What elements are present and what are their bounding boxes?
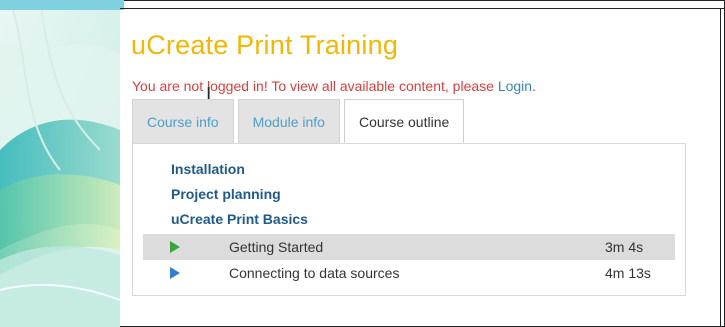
tab-course-outline[interactable]: Course outline — [343, 99, 465, 144]
tab-module-info[interactable]: Module info — [237, 99, 340, 143]
lesson-row[interactable]: Getting Started 3m 4s — [143, 234, 675, 260]
page-title: uCreate Print Training — [131, 30, 399, 60]
login-notice: You are not logged in! To view all avail… — [132, 78, 536, 94]
lesson-duration: 3m 4s — [605, 239, 644, 255]
decorative-side-art — [0, 0, 120, 327]
play-icon — [169, 266, 189, 280]
login-notice-end: . — [532, 78, 536, 94]
tab-bar: Course info Module info Course outline — [132, 99, 465, 144]
module-installation[interactable]: Installation — [171, 161, 245, 177]
top-accent-bar — [0, 0, 124, 10]
lesson-row[interactable]: Connecting to data sources 4m 13s — [143, 260, 675, 286]
tab-course-info[interactable]: Course info — [132, 99, 234, 143]
right-divider — [720, 9, 721, 327]
module-ucreate-print-basics[interactable]: uCreate Print Basics — [171, 211, 308, 227]
course-outline-panel: Installation Project planning uCreate Pr… — [132, 143, 686, 296]
module-project-planning[interactable]: Project planning — [171, 186, 281, 202]
lesson-duration: 4m 13s — [605, 265, 651, 281]
lesson-title: Getting Started — [229, 239, 324, 255]
play-icon — [169, 240, 189, 254]
login-link[interactable]: Login — [498, 78, 532, 94]
login-notice-text: You are not logged in! To view all avail… — [132, 78, 498, 94]
top-divider — [120, 0, 725, 9]
lesson-title: Connecting to data sources — [229, 265, 400, 281]
